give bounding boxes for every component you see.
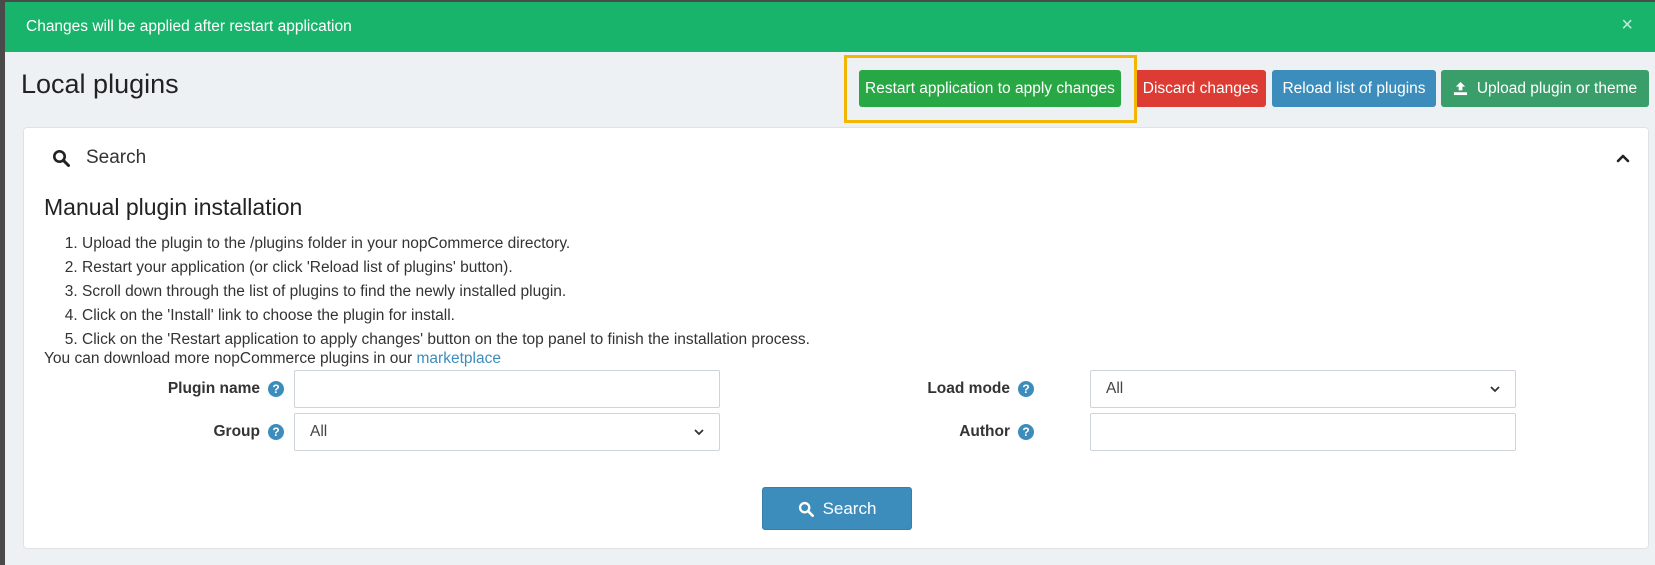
restart-alert: Changes will be applied after restart ap… xyxy=(5,2,1655,52)
author-label: Author ? xyxy=(894,413,1034,451)
author-label-text: Author xyxy=(959,423,1010,440)
help-icon[interactable]: ? xyxy=(1018,424,1034,440)
chevron-down-icon xyxy=(694,428,704,435)
page-title: Local plugins xyxy=(21,69,179,99)
group-label-text: Group xyxy=(213,423,261,440)
author-input[interactable] xyxy=(1090,413,1516,451)
step-item: Restart your application (or click 'Relo… xyxy=(82,256,810,280)
search-icon xyxy=(798,501,814,517)
group-select[interactable]: All xyxy=(294,413,720,451)
marketplace-link[interactable]: marketplace xyxy=(417,350,501,367)
search-card: Search Manual plugin installation Upload… xyxy=(23,127,1649,549)
group-label: Group ? xyxy=(164,413,284,451)
load-mode-label-text: Load mode xyxy=(927,380,1010,397)
group-selected-value: All xyxy=(310,423,328,440)
plugin-name-input[interactable] xyxy=(294,370,720,408)
alert-message: Changes will be applied after restart ap… xyxy=(26,18,352,35)
step-item: Click on the 'Install' link to choose th… xyxy=(82,304,810,328)
help-icon[interactable]: ? xyxy=(268,381,284,397)
app-frame: Changes will be applied after restart ap… xyxy=(5,2,1655,565)
help-icon[interactable]: ? xyxy=(268,424,284,440)
search-button[interactable]: Search xyxy=(762,487,912,530)
step-item: Click on the 'Restart application to app… xyxy=(82,328,810,352)
load-mode-select[interactable]: All xyxy=(1090,370,1516,408)
plugin-name-label-text: Plugin name xyxy=(167,380,260,397)
upload-icon xyxy=(1453,81,1467,96)
chevron-down-icon xyxy=(1490,385,1500,392)
search-icon xyxy=(53,150,70,167)
step-item: Scroll down through the list of plugins … xyxy=(82,280,810,304)
marketplace-text: You can download more nopCommerce plugin… xyxy=(44,350,417,367)
discard-changes-button[interactable]: Discard changes xyxy=(1135,70,1266,107)
load-mode-selected-value: All xyxy=(1106,380,1124,397)
search-button-label: Search xyxy=(822,498,877,518)
help-icon[interactable]: ? xyxy=(1018,381,1034,397)
search-panel-title: Search xyxy=(86,147,147,168)
restart-application-button[interactable]: Restart application to apply changes xyxy=(859,70,1121,107)
reload-plugins-button[interactable]: Reload list of plugins xyxy=(1272,70,1436,107)
step-item: Upload the plugin to the /plugins folder… xyxy=(82,232,810,256)
load-mode-label: Load mode ? xyxy=(894,370,1034,408)
close-icon[interactable]: × xyxy=(1621,15,1633,35)
marketplace-note: You can download more nopCommerce plugin… xyxy=(44,350,501,368)
installation-steps: Upload the plugin to the /plugins folder… xyxy=(58,232,810,352)
plugin-name-label: Plugin name ? xyxy=(164,370,284,408)
upload-plugin-label: Upload plugin or theme xyxy=(1476,79,1638,97)
chevron-up-icon[interactable] xyxy=(1616,153,1630,163)
upload-plugin-button[interactable]: Upload plugin or theme xyxy=(1441,70,1649,107)
search-panel-header[interactable]: Search xyxy=(52,147,146,169)
manual-installation-title: Manual plugin installation xyxy=(44,194,303,220)
